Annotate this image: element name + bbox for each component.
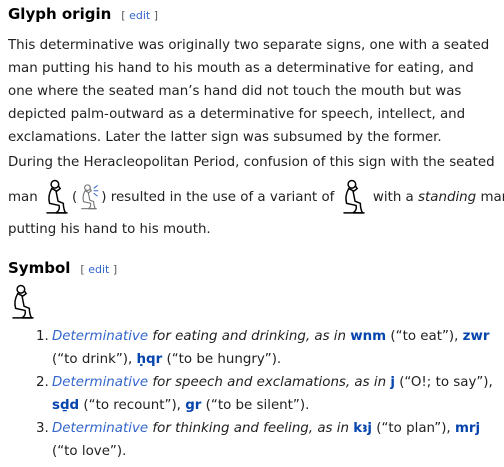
list-item: 1. Determinative for eating and drinking… — [36, 329, 490, 367]
word-link[interactable]: zwr — [463, 329, 490, 344]
seated-man-glyph — [342, 179, 365, 214]
determinative-link[interactable]: Determinative — [52, 421, 148, 436]
paragraph-line: man () resulted in the use of a variant … — [8, 178, 504, 216]
determinative-link[interactable]: Determinative — [52, 375, 148, 390]
edit-link[interactable]: [ edit ] — [121, 9, 158, 22]
seated-man-glyph — [45, 179, 69, 214]
paragraph: During the Heracleopolitan Period, confu… — [8, 155, 495, 170]
article-content: Glyph origin [ edit ] This determinative … — [0, 0, 504, 467]
edit-link[interactable]: [ edit ] — [80, 263, 117, 276]
word-link[interactable]: gr — [185, 398, 201, 413]
paragraph: This determinative was originally two se… — [8, 38, 490, 145]
glyph-origin-heading: Glyph origin [ edit ] — [8, 5, 158, 23]
section-title: Glyph origin — [8, 5, 112, 23]
list-item: 3. Determinative for thinking and feelin… — [36, 421, 481, 459]
paragraph: putting his hand to his mouth. — [8, 222, 211, 237]
word-link[interactable]: wnm — [350, 329, 386, 344]
symbol-glyph — [11, 284, 35, 319]
seated-man-variant-glyph[interactable] — [77, 183, 101, 211]
determinative-link[interactable]: Determinative — [52, 329, 148, 344]
meaning-list: 1. Determinative for eating and drinking… — [36, 325, 498, 463]
symbol-heading: Symbol [ edit ] — [8, 259, 117, 277]
word-link[interactable]: sḏd — [52, 398, 79, 413]
word-link[interactable]: mrj — [455, 421, 480, 436]
word-link[interactable]: ḥqr — [137, 352, 163, 367]
word-link[interactable]: kꜣj — [353, 421, 372, 436]
section-title: Symbol — [8, 259, 71, 277]
list-item: 2. Determinative for speech and exclamat… — [36, 375, 493, 413]
word-link[interactable]: j — [390, 375, 395, 390]
